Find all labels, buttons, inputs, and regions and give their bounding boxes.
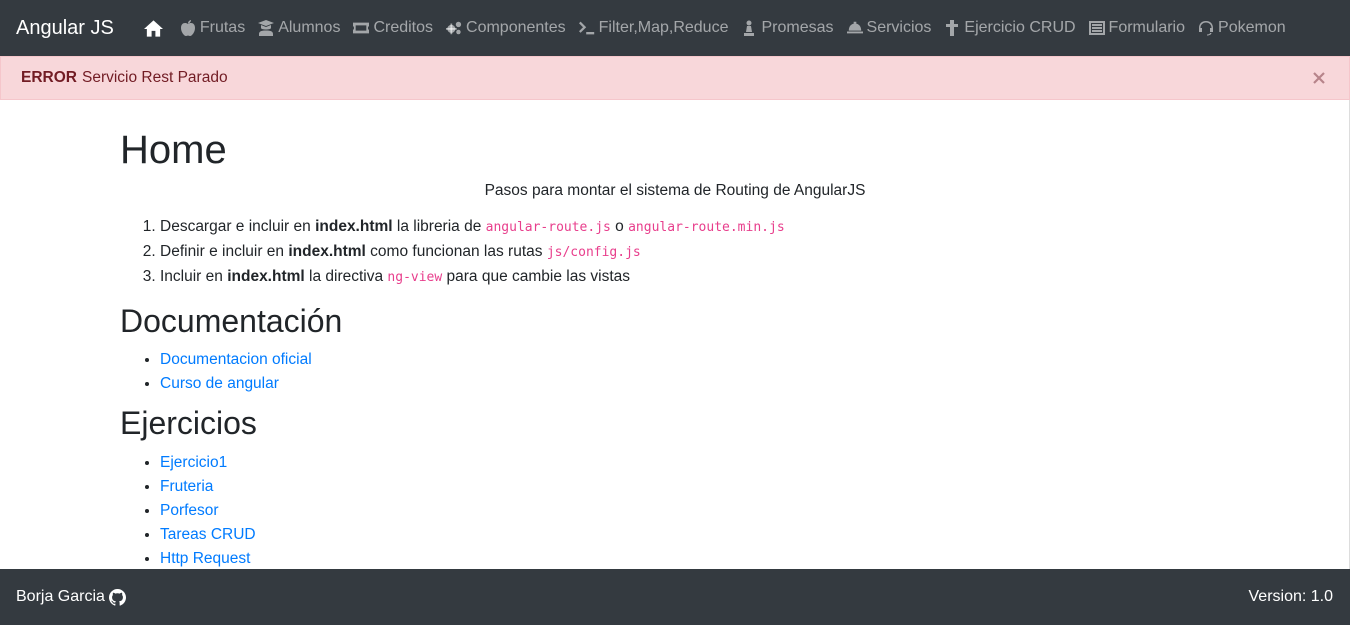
student-icon (257, 19, 275, 37)
console-icon (578, 19, 596, 37)
nav-label: Ejercicio CRUD (964, 19, 1076, 36)
nav-label: Promesas (761, 19, 834, 36)
doc-link-official[interactable]: Documentacion oficial (160, 351, 312, 368)
nav-item-creditos[interactable]: Creditos (346, 0, 439, 56)
step-text: o (610, 218, 629, 235)
routing-steps: Descargar e incluir en index.html la lib… (120, 215, 1230, 290)
nav-item-componentes[interactable]: Componentes (439, 0, 572, 56)
list-item: Tareas CRUD (160, 523, 1230, 547)
cross-icon (943, 19, 961, 37)
nav-item-home[interactable] (138, 0, 173, 56)
step-item: Definir e incluir en index.html como fun… (160, 240, 1230, 265)
step-item: Descargar e incluir en index.html la lib… (160, 215, 1230, 240)
page-subtitle: Pasos para montar el sistema de Routing … (484, 182, 866, 199)
step-code: angular-route.js (485, 220, 611, 235)
nav-item-promesas[interactable]: Promesas (734, 0, 839, 56)
nav-items: Frutas Alumnos Creditos Componentes Filt… (138, 0, 1292, 56)
nav-label: Creditos (373, 19, 434, 36)
list-item: Documentacion oficial (160, 348, 1230, 372)
exercise-link[interactable]: Fruteria (160, 478, 213, 495)
nav-item-filter-map-reduce[interactable]: Filter,Map,Reduce (572, 0, 735, 56)
step-text: Definir e incluir en (160, 243, 289, 260)
bell-icon (846, 19, 864, 37)
page-title: Home (120, 128, 227, 172)
step-text: Descargar e incluir en (160, 218, 316, 235)
apple-icon (179, 19, 197, 37)
nav-label: Componentes (466, 19, 566, 36)
list-item: Ejercicio1 (160, 451, 1230, 475)
nav-label: Formulario (1108, 19, 1186, 36)
step-text: como funcionan las rutas (365, 243, 547, 260)
step-code: angular-route.min.js (628, 220, 785, 235)
cogs-icon (445, 19, 463, 37)
nav-label: Frutas (199, 19, 246, 36)
headset-icon (1197, 19, 1215, 37)
step-code: ng-view (387, 270, 443, 285)
navbar: Angular JS Frutas Alumnos Creditos Compo… (0, 0, 1350, 56)
step-filename: index.html (288, 243, 366, 260)
nav-item-servicios[interactable]: Servicios (840, 0, 938, 56)
step-filename: index.html (315, 218, 393, 235)
footer-author: Borja Garcia (16, 588, 126, 606)
pawn-icon (740, 19, 758, 37)
main-content: Home Pasos para montar el sistema de Rou… (120, 100, 1230, 569)
list-item: Http Request (160, 547, 1230, 569)
list-icon (1088, 19, 1106, 37)
step-text: para que cambie las vistas (442, 268, 631, 285)
list-item: Curso de angular (160, 372, 1230, 396)
close-icon[interactable] (1311, 69, 1327, 87)
doc-link-course[interactable]: Curso de angular (160, 375, 279, 392)
nav-item-ejercicio-crud[interactable]: Ejercicio CRUD (937, 0, 1081, 56)
list-item: Porfesor (160, 499, 1230, 523)
step-filename: index.html (227, 268, 305, 285)
nav-item-formulario[interactable]: Formulario (1082, 0, 1191, 56)
ticket-icon (352, 19, 370, 37)
step-item: Incluir en index.html la directiva ng-vi… (160, 265, 1230, 290)
alert-title: ERROR (21, 69, 77, 86)
brand-link[interactable]: Angular JS (16, 17, 114, 40)
step-text: la directiva (304, 268, 388, 285)
nav-label: Servicios (866, 19, 932, 36)
footer-version: Version: 1.0 (1248, 588, 1334, 605)
list-item: Fruteria (160, 475, 1230, 499)
nav-label: Filter,Map,Reduce (598, 19, 729, 36)
home-icon (144, 19, 164, 37)
error-alert: ERROR Servicio Rest Parado (0, 56, 1350, 100)
nav-item-alumnos[interactable]: Alumnos (251, 0, 346, 56)
exercises-heading: Ejercicios (120, 405, 257, 442)
footer: Borja Garcia Version: 1.0 (0, 569, 1350, 625)
github-icon[interactable] (108, 588, 126, 606)
exercise-link[interactable]: Tareas CRUD (160, 526, 256, 543)
author-name: Borja Garcia (16, 588, 105, 605)
nav-item-pokemon[interactable]: Pokemon (1191, 0, 1292, 56)
nav-label: Pokemon (1218, 19, 1286, 36)
exercise-link[interactable]: Ejercicio1 (160, 454, 227, 471)
nav-item-frutas[interactable]: Frutas (173, 0, 251, 56)
exercises-list: Ejercicio1 Fruteria Porfesor Tareas CRUD… (120, 451, 1230, 569)
exercise-link[interactable]: Porfesor (160, 502, 219, 519)
alert-message: Servicio Rest Parado (81, 69, 228, 86)
step-text: la libreria de (392, 218, 486, 235)
documentation-heading: Documentación (120, 303, 343, 339)
nav-label: Alumnos (278, 19, 341, 36)
documentation-list: Documentacion oficial Curso de angular (120, 348, 1230, 396)
step-code: js/config.js (546, 245, 641, 260)
exercise-link[interactable]: Http Request (160, 550, 250, 567)
step-text: Incluir en (160, 268, 228, 285)
